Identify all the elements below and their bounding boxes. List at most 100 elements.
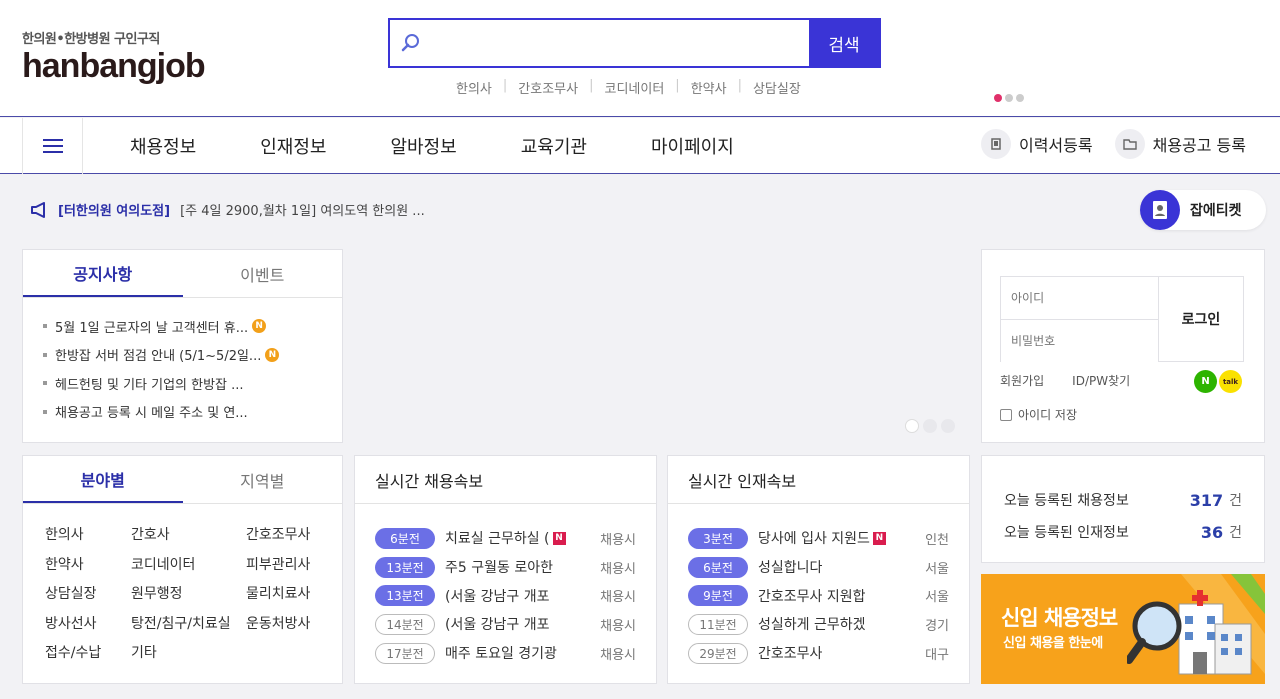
banner-dot[interactable]	[994, 94, 1002, 102]
list-item[interactable]: 채용공고 등록 시 메일 주소 및 연...	[43, 398, 322, 427]
job-location: 채용시	[600, 561, 636, 577]
id-input[interactable]	[1001, 277, 1158, 320]
tab-event[interactable]: 이벤트	[183, 250, 343, 297]
time-badge: 6분전	[375, 527, 435, 549]
logo[interactable]: 한의원•한방병원 구인구직 hanbangjob	[22, 28, 206, 83]
new-badge: N	[872, 531, 886, 545]
tab-by-field[interactable]: 분야별	[23, 456, 183, 503]
category-link[interactable]: 원무행정	[131, 583, 246, 603]
password-input[interactable]	[1001, 319, 1158, 362]
nav-item-jobs[interactable]: 채용정보	[130, 133, 196, 159]
list-item[interactable]: 5월 1일 근로자의 날 고객센터 휴... N	[43, 312, 322, 341]
time-badge: 9분전	[688, 585, 748, 607]
list-item[interactable]: 헤드헌팅 및 기타 기업의 한방잡 ...	[43, 369, 322, 398]
tab-notice[interactable]: 공지사항	[23, 250, 183, 297]
category-link[interactable]: 접수/수납	[45, 642, 131, 662]
quick-link[interactable]: 상담실장	[753, 78, 801, 97]
job-register-button[interactable]: 채용공고 등록	[1114, 129, 1246, 159]
quick-link[interactable]: 코디네이터	[604, 78, 664, 97]
login-button[interactable]: 로그인	[1159, 277, 1243, 361]
search-input[interactable]	[432, 20, 809, 66]
newjob-title: 신입 채용정보	[1001, 606, 1118, 630]
stat-label: 오늘 등록된 인재정보	[1004, 525, 1129, 541]
list-item[interactable]: 17분전 매주 토요일 경기광 채용시	[375, 639, 636, 668]
list-item[interactable]: 14분전 (서울 강남구 개포 채용시	[375, 610, 636, 639]
time-badge: 29분전	[688, 642, 748, 664]
talent-title: 간호조무사 지원합	[758, 588, 866, 605]
list-item[interactable]: 29분전 간호조무사 대구	[688, 639, 949, 668]
stat-row-jobs[interactable]: 오늘 등록된 채용정보 317 건	[1004, 484, 1242, 516]
list-item[interactable]: 13분전 주5 구월동 로아한 채용시	[375, 553, 636, 582]
newjob-banner[interactable]: 신입 채용정보 신입 채용을 한눈에	[981, 574, 1265, 684]
ticker[interactable]: [터한의원 여의도점] [주 4일 2900,월차 1일] 여의도역 한의원 .…	[30, 200, 425, 219]
category-link[interactable]: 코디네이터	[131, 554, 246, 574]
category-link[interactable]: 운동처방사	[246, 613, 346, 633]
job-title: 주5 구월동 로아한	[445, 560, 553, 577]
stat-unit: 건	[1229, 493, 1242, 509]
newjob-subtitle: 신입 채용을 한눈에	[1003, 636, 1103, 651]
list-item[interactable]: 한방잡 서버 점검 안내 (5/1~5/2일... N	[43, 341, 322, 370]
category-link[interactable]: 간호사	[131, 524, 246, 544]
slide-dot[interactable]	[941, 419, 955, 433]
slide-dot[interactable]	[905, 419, 919, 433]
category-link[interactable]: 방사선사	[45, 613, 131, 633]
category-link[interactable]: 물리치료사	[246, 583, 346, 603]
tab-by-region[interactable]: 지역별	[183, 456, 343, 503]
list-item[interactable]: 6분전 성실합니다 서울	[688, 553, 949, 582]
banner-dot[interactable]	[1005, 94, 1013, 102]
category-link[interactable]: 기타	[131, 642, 246, 662]
nav-item-mypage[interactable]: 마이페이지	[651, 133, 734, 159]
category-link[interactable]: 피부관리사	[246, 554, 346, 574]
realtime-talent-panel: 실시간 인재속보 3분전 당사에 입사 지원드 N 인천 6분전 성실합니다 서울 9분전…	[667, 455, 970, 684]
save-id-label: 아이디 저장	[1018, 408, 1078, 422]
list-item[interactable]: 11분전 성실하게 근무하겠 경기	[688, 610, 949, 639]
stat-row-talent[interactable]: 오늘 등록된 인재정보 36 건	[1004, 516, 1242, 548]
hamburger-icon	[42, 139, 63, 153]
quick-link[interactable]: 한의사	[456, 78, 492, 97]
category-link[interactable]: 탕전/침구/치료실	[131, 613, 246, 633]
nav-menu: 채용정보 인재정보 알바정보 교육기관 마이페이지	[130, 118, 798, 174]
banner-dot[interactable]	[1016, 94, 1024, 102]
job-title: (서울 강남구 개포	[445, 588, 550, 605]
resume-register-button[interactable]: 이력서등록	[980, 129, 1093, 159]
list-item[interactable]: 9분전 간호조무사 지원합 서울	[688, 581, 949, 610]
category-link[interactable]: 간호조무사	[246, 524, 346, 544]
realtime-talent-title: 실시간 인재속보	[668, 456, 969, 504]
search-button[interactable]: 검색	[809, 20, 879, 66]
signup-link[interactable]: 회원가입	[1000, 372, 1044, 389]
job-title-text: 치료실 근무하실 (	[445, 531, 550, 548]
category-link[interactable]: 한약사	[45, 554, 131, 574]
quick-link[interactable]: 한약사	[691, 78, 727, 97]
notice-text: 한방잡 서버 점검 안내 (5/1~5/2일...	[55, 349, 262, 365]
category-tabs: 분야별 지역별	[23, 456, 342, 504]
category-panel: 분야별 지역별 한의사 간호사 간호조무사 한약사 코디네이터 피부관리사 상담…	[22, 455, 343, 684]
new-badge: N	[265, 347, 280, 362]
nav-item-talent[interactable]: 인재정보	[260, 133, 326, 159]
menu-button[interactable]	[22, 118, 83, 174]
stat-label: 오늘 등록된 채용정보	[1004, 493, 1129, 509]
jobticket-button[interactable]: 잡에티켓	[1140, 190, 1266, 230]
kakao-login-icon[interactable]: talk	[1219, 370, 1242, 393]
time-badge: 11분전	[688, 613, 748, 635]
slide-dot[interactable]	[923, 419, 937, 433]
category-link[interactable]: 상담실장	[45, 583, 131, 603]
nav-item-education[interactable]: 교육기관	[521, 133, 587, 159]
list-item[interactable]: 3분전 당사에 입사 지원드 N 인천	[688, 524, 949, 553]
find-account-link[interactable]: ID/PW찾기	[1072, 372, 1130, 389]
login-form: 로그인	[1000, 276, 1244, 362]
job-title: (서울 강남구 개포	[445, 617, 550, 634]
search-icon	[390, 20, 432, 66]
checkbox[interactable]	[1000, 408, 1012, 421]
quick-link[interactable]: 간호조무사	[518, 78, 578, 97]
notice-text: 5월 1일 근로자의 날 고객센터 휴...	[55, 320, 249, 336]
list-item[interactable]: 6분전 치료실 근무하실 (N 채용시	[375, 524, 636, 553]
stat-unit: 건	[1229, 525, 1242, 541]
nav-item-parttime[interactable]: 알바정보	[391, 133, 457, 159]
resume-register-label: 이력서등록	[1018, 136, 1093, 155]
notice-tabs: 공지사항 이벤트	[23, 250, 342, 298]
naver-login-icon[interactable]: N	[1194, 370, 1217, 393]
save-id-checkbox[interactable]: 아이디 저장	[1000, 406, 1077, 423]
divider: |	[737, 78, 742, 93]
category-link[interactable]: 한의사	[45, 524, 131, 544]
list-item[interactable]: 13분전 (서울 강남구 개포 채용시	[375, 581, 636, 610]
